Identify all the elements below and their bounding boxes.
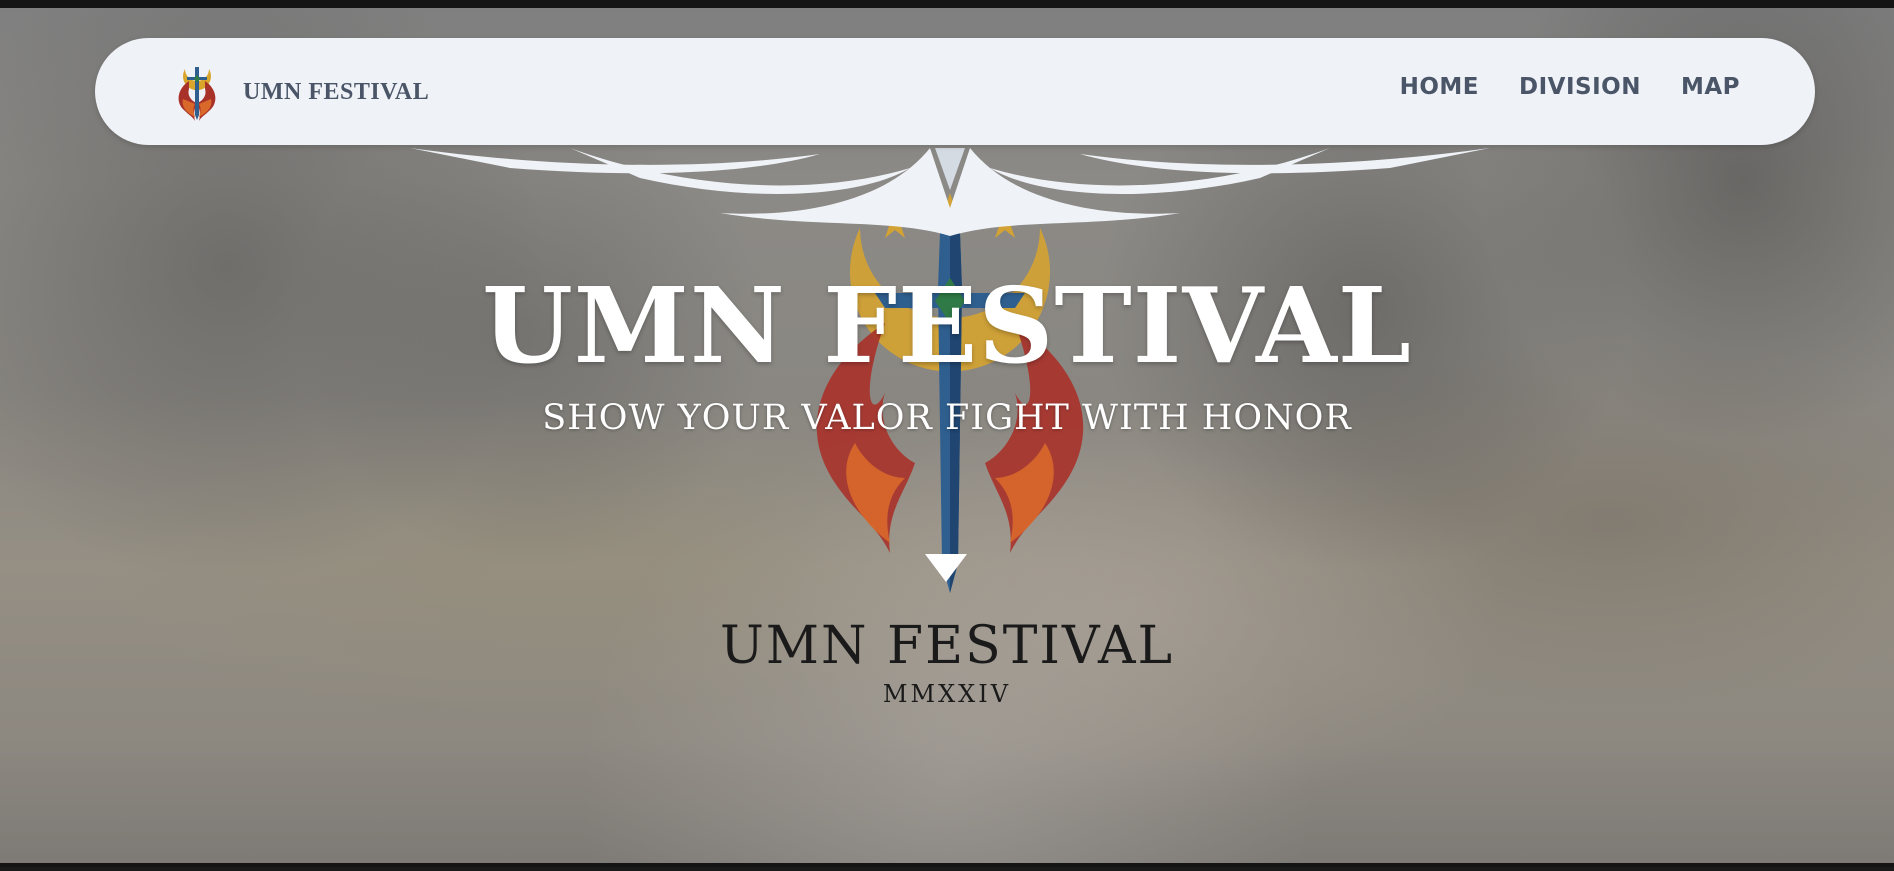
nav-link-division[interactable]: DIVISION [1519, 74, 1641, 100]
hero-title: UMN FESTIVAL [482, 264, 1412, 387]
window-top-border [0, 0, 1894, 8]
navbar-ornament [410, 148, 1490, 236]
nav-links: HOME DIVISION MAP [1400, 74, 1740, 100]
brand-text: UMN FESTIVAL [243, 78, 430, 105]
hero-subtitle: SHOW YOUR VALOR FIGHT WITH HONOR [542, 398, 1352, 438]
window-bottom-border [0, 863, 1894, 867]
brand-link[interactable]: UMN FESTIVAL [175, 62, 429, 122]
triangle-down-icon[interactable] [925, 554, 967, 582]
navbar: UMN FESTIVAL HOME DIVISION MAP [95, 38, 1815, 145]
nav-link-home[interactable]: HOME [1400, 74, 1479, 100]
emblem-name: UMN FESTIVAL [719, 616, 1175, 676]
sword-flame-logo-icon [178, 67, 216, 121]
emblem-year: MMXXIV [882, 680, 1012, 708]
nav-link-map[interactable]: MAP [1681, 74, 1740, 100]
